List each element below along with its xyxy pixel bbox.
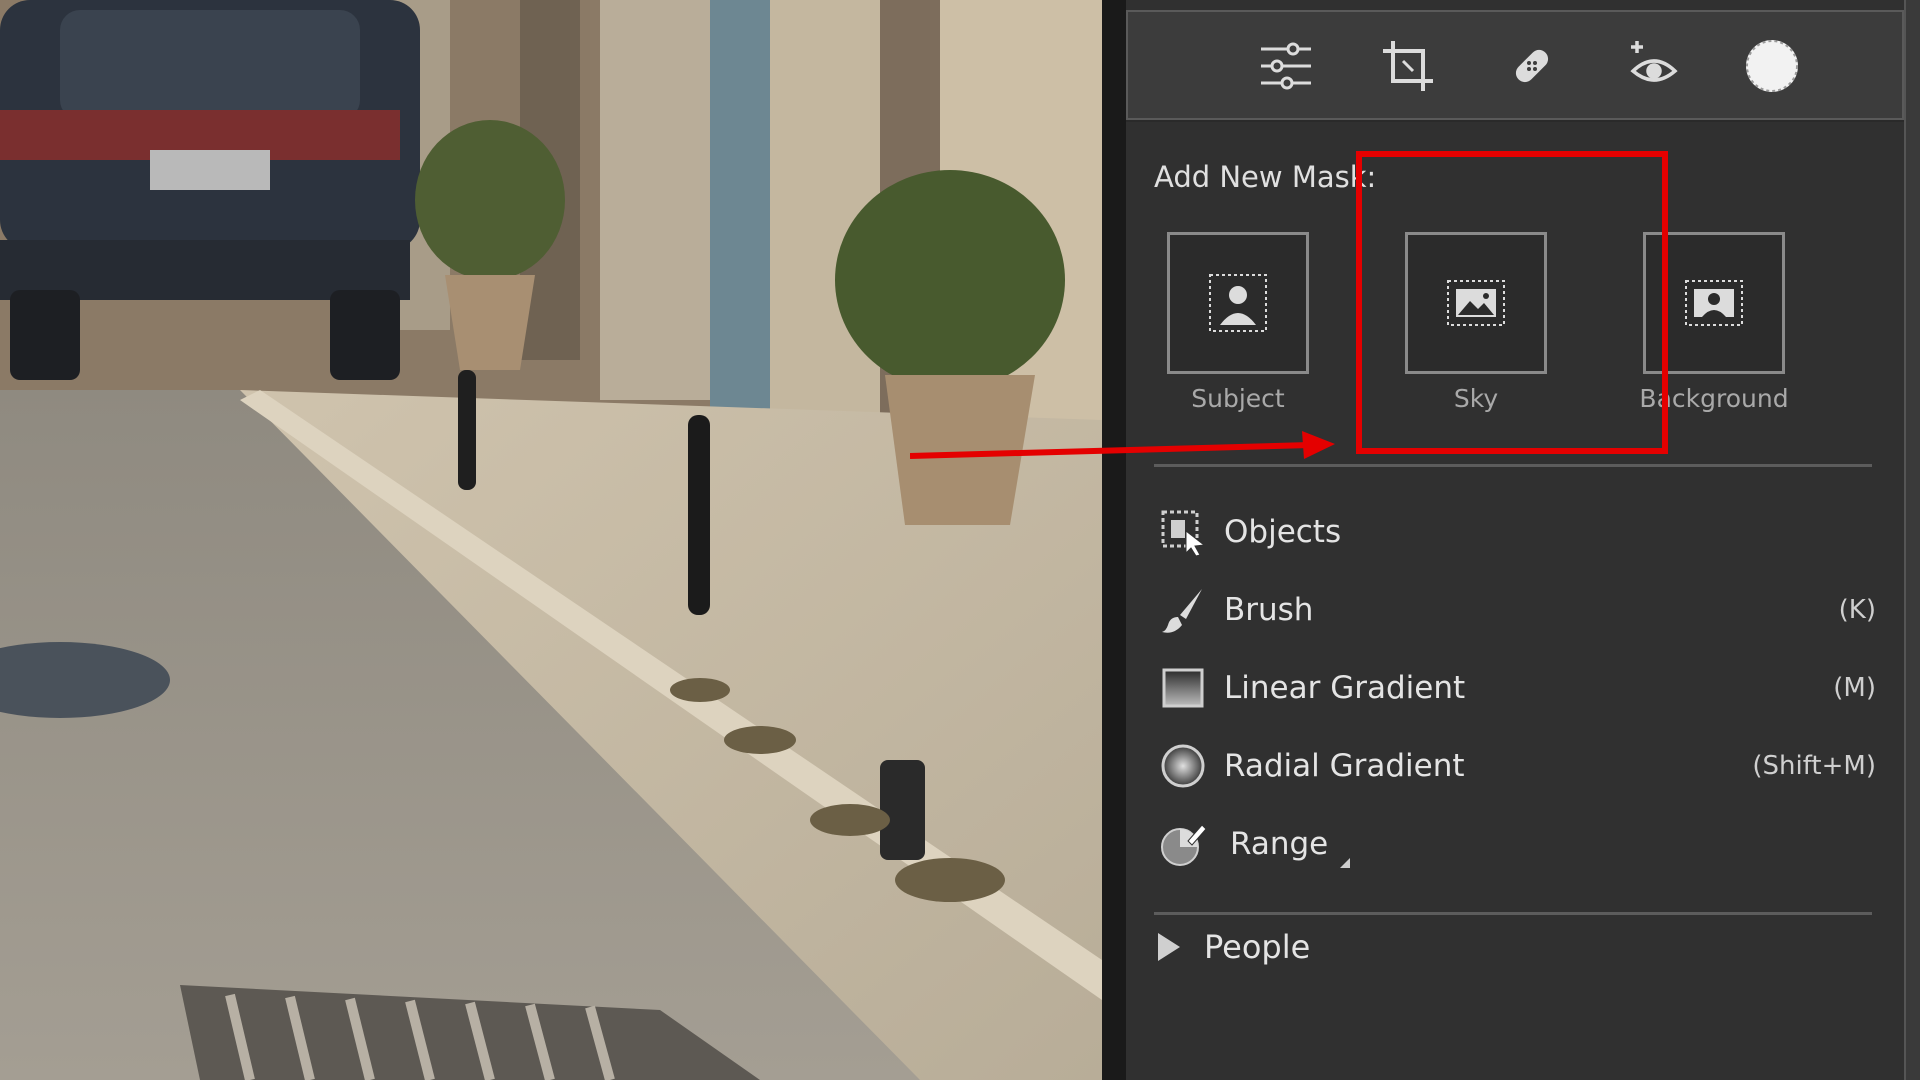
sky-highlight-annotation: [1356, 151, 1668, 454]
radial-gradient-label: Radial Gradient: [1224, 748, 1465, 784]
tool-strip: [1126, 10, 1904, 120]
annotation-arrow: [910, 431, 1335, 459]
objects-label: Objects: [1224, 514, 1342, 550]
range-label: Range: [1230, 826, 1329, 862]
photo-canvas[interactable]: [0, 0, 1102, 1080]
people-label: People: [1204, 928, 1311, 966]
objects-select-icon: [1161, 510, 1206, 557]
red-eye-icon: [1630, 41, 1678, 82]
masking-tool[interactable]: [1740, 34, 1804, 98]
people-section-toggle[interactable]: People: [1158, 928, 1310, 966]
objects-tool-row[interactable]: Objects: [1156, 497, 1876, 567]
subject-person-icon: [1209, 274, 1267, 332]
masking-icon: [1746, 40, 1798, 92]
crop-icon: [1383, 41, 1433, 91]
linear-gradient-shortcut: (M): [1833, 673, 1876, 703]
background-icon: [1685, 280, 1743, 326]
radial-gradient-tool-row[interactable]: Radial Gradient (Shift+M): [1156, 731, 1876, 801]
edit-sliders-tool[interactable]: [1254, 34, 1318, 98]
linear-gradient-tool-row[interactable]: Linear Gradient (M): [1156, 653, 1876, 723]
brush-tool-row[interactable]: Brush (K): [1156, 575, 1876, 645]
street-photo: [0, 0, 1102, 1080]
expand-triangle-icon: [1158, 933, 1180, 961]
radial-gradient-shortcut: (Shift+M): [1752, 751, 1876, 781]
brush-icon: [1162, 589, 1202, 633]
sliders-icon: [1261, 42, 1311, 90]
section-divider: [1154, 912, 1872, 915]
healing-tool[interactable]: [1500, 34, 1564, 98]
linear-gradient-icon: [1162, 668, 1204, 708]
range-tool-row[interactable]: Range: [1156, 809, 1876, 879]
subject-mask-button[interactable]: Subject: [1158, 232, 1318, 413]
radial-gradient-icon: [1161, 744, 1205, 788]
range-dropdown-indicator[interactable]: [1340, 858, 1350, 868]
subject-mask-label: Subject: [1191, 384, 1285, 413]
add-new-mask-title: Add New Mask:: [1154, 160, 1377, 194]
brush-shortcut: (K): [1838, 595, 1876, 625]
photo-panel-divider: [1102, 0, 1126, 1080]
range-picker-icon: [1161, 824, 1207, 866]
red-eye-tool[interactable]: [1622, 34, 1686, 98]
subject-mask-thumb: [1167, 232, 1309, 374]
crop-tool[interactable]: [1376, 34, 1440, 98]
panel-scrollbar[interactable]: [1904, 0, 1920, 1080]
linear-gradient-label: Linear Gradient: [1224, 670, 1466, 706]
brush-label: Brush: [1224, 592, 1314, 628]
healing-bandage-icon: [1515, 49, 1549, 83]
toolstrip-divider: [1126, 120, 1904, 122]
